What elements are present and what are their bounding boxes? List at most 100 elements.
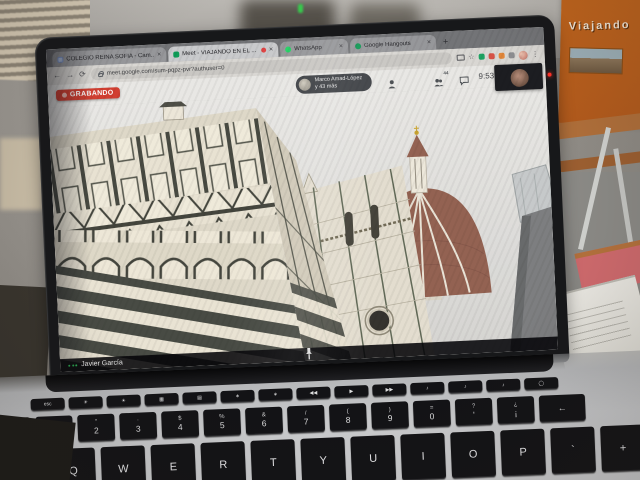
keyboard-key: `	[550, 426, 597, 475]
lock-icon	[97, 72, 103, 78]
self-view-thumbnail[interactable]	[494, 62, 544, 92]
hangouts-favicon-icon	[354, 42, 362, 49]
keyboard-key: ☀	[106, 394, 141, 408]
toolbar-icons: ☆ ⋮	[456, 50, 539, 63]
document-favicon-icon	[57, 56, 64, 63]
keyboard-key: R	[200, 441, 247, 480]
browser-window: COLEGIO REINA SOFIA - Cam... × Meet - VI…	[45, 26, 559, 373]
keyboard-key: ♪	[486, 378, 521, 392]
meet-favicon-icon	[173, 50, 180, 58]
people-count: 44	[443, 70, 449, 76]
participants-overflow: y 43 más	[314, 83, 338, 91]
key-main-symbol: 4	[177, 421, 183, 433]
url-text: meet.google.com/sum-pqpz-pvr?authuser=0	[106, 65, 225, 77]
keyboard-key: ▶▶	[372, 383, 407, 397]
extension-orange-icon[interactable]	[498, 52, 505, 59]
keyboard-key: ¿ ¡	[496, 396, 535, 425]
participant-avatar	[298, 78, 312, 92]
key-main-symbol: 8	[345, 414, 351, 425]
keyboard-key: ∗	[258, 388, 293, 402]
key-main-symbol: 0	[429, 411, 435, 422]
extension-green-icon[interactable]	[478, 53, 485, 60]
poster-title: Viajando	[568, 19, 631, 33]
poster-photo	[568, 47, 624, 75]
keyboard-key: · 3	[119, 411, 158, 441]
key-shift-symbol: )	[388, 407, 391, 414]
keyboard-key: ◯	[524, 376, 559, 391]
extension-red-icon[interactable]	[488, 53, 495, 60]
key-shift-symbol: %	[219, 414, 225, 421]
key-main-symbol: 7	[303, 416, 309, 427]
key-shift-symbol: =	[429, 405, 434, 412]
keyboard-key: W	[100, 445, 147, 480]
tab-close-icon[interactable]: ×	[427, 39, 431, 46]
keyboard-key: = 0	[412, 399, 451, 429]
keyboard-key: ) 9	[370, 401, 410, 430]
key-shift-symbol: "	[94, 419, 98, 426]
key-shift-symbol: &	[261, 412, 266, 419]
keyboard-key: / 7	[286, 404, 326, 434]
chat-icon[interactable]	[459, 72, 469, 90]
keyboard-key: % 5	[203, 408, 242, 437]
back-button[interactable]: ←	[53, 71, 61, 80]
key-main-symbol: 6	[261, 418, 267, 429]
presented-video: Javier García	[48, 84, 559, 373]
viajando-poster: Viajando	[558, 0, 640, 126]
clock: 9:53	[478, 71, 495, 81]
tab-recording-dot-icon	[260, 47, 267, 53]
keyboard-key: +	[600, 424, 640, 473]
recording-badge: GRABANDO	[55, 87, 120, 102]
keyboard-key: ∗	[220, 389, 255, 404]
key-main-symbol: 3	[135, 423, 141, 434]
extensions-puzzle-icon[interactable]	[508, 52, 515, 59]
desk-left	[0, 138, 42, 210]
keyboard-key: ◀◀	[296, 386, 331, 400]
keyboard-key: T	[250, 439, 297, 480]
keyboard-key: ♪	[448, 380, 483, 394]
key-shift-symbol: (	[346, 408, 349, 416]
people-icon[interactable]	[433, 73, 444, 91]
key-main-symbol: 2	[93, 425, 99, 436]
key-main-symbol: 9	[387, 413, 393, 424]
tab-close-icon[interactable]: ×	[157, 51, 161, 58]
keyboard-key: U	[350, 434, 397, 480]
tab-close-icon[interactable]: ×	[269, 46, 273, 53]
keyboard-key: O	[450, 430, 497, 479]
keyboard-key: P	[500, 428, 547, 477]
key-shift-symbol: ?	[471, 403, 476, 410]
profile-avatar[interactable]	[518, 50, 528, 60]
reload-button[interactable]: ⟳	[79, 70, 86, 79]
keyboard-key: ? '	[454, 397, 493, 427]
forward-button[interactable]: →	[66, 70, 74, 79]
key-shift-symbol: /	[304, 410, 307, 417]
keyboard-key: esc	[30, 397, 65, 412]
keyboard-key: $ 4	[161, 410, 200, 439]
key-shift-symbol: ¿	[513, 401, 518, 409]
keyboard-key: ♪	[410, 381, 445, 396]
new-tab-button[interactable]: +	[443, 36, 449, 46]
tab-close-icon[interactable]: ×	[339, 43, 343, 50]
keyboard-key: I	[400, 432, 447, 480]
recording-label: GRABANDO	[69, 89, 114, 99]
keyboard-key: & 6	[245, 406, 284, 436]
keyboard-key: E	[150, 443, 197, 480]
tab-title: Google Hangouts	[363, 40, 411, 49]
keyboard-key: ☀	[68, 396, 103, 410]
key-shift-symbol: $	[178, 415, 182, 423]
whatsapp-favicon-icon	[285, 45, 292, 53]
menu-kebab-icon[interactable]: ⋮	[531, 51, 538, 58]
bookmark-star-icon[interactable]: ☆	[468, 54, 475, 61]
laptop-display: COLEGIO REINA SOFIA - Cam... × Meet - VI…	[34, 14, 570, 386]
tab-title: COLEGIO REINA SOFIA - Cam...	[66, 52, 155, 63]
person-icon[interactable]	[387, 76, 396, 94]
tab-title: Meet - VIAJANDO EN EL ...	[182, 47, 257, 57]
green-light	[298, 4, 303, 13]
cast-icon[interactable]	[456, 54, 465, 61]
keyboard-key: ▦	[144, 392, 179, 407]
participants-pill[interactable]: Marco Amad-López y 43 más	[295, 72, 372, 95]
key-main-symbol: 5	[219, 420, 225, 431]
keyboard-key: Y	[300, 436, 347, 480]
key-main-symbol: '	[472, 409, 476, 420]
keyboard-key: ▤	[182, 391, 217, 405]
tab-title: WhatsApp	[293, 44, 322, 52]
